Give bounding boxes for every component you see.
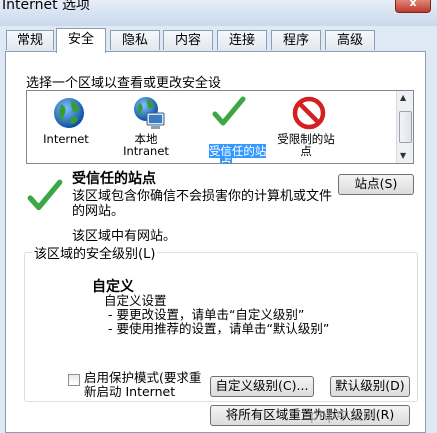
selected-zone-description: 该区域包含你确信不会损害你的计算机或文件的网站。: [72, 189, 333, 219]
zone-label-restricted-sites: 受限制的站 点: [277, 132, 335, 158]
tab-programs[interactable]: 程序: [271, 30, 321, 50]
custom-level-button[interactable]: 自定义级别(C)...: [210, 376, 314, 397]
zone-trusted-sites[interactable]: 受信任的站 点: [187, 91, 267, 163]
tab-general[interactable]: 常规: [6, 30, 54, 50]
zone-label-trusted-sites-text: 受信任的站 点: [208, 144, 267, 163]
title-bar: Internet 选项 x: [0, 0, 437, 26]
protected-mode-label: 启用保护模式(要求重新启动 Internet: [84, 370, 202, 399]
local-intranet-icon: [134, 97, 165, 129]
sites-button[interactable]: 站点(S): [338, 174, 414, 195]
scroll-up-icon[interactable]: ▲: [400, 93, 406, 102]
zone-label-local-intranet: 本地 Intranet: [123, 132, 169, 158]
zone-label-internet: Internet: [43, 132, 89, 146]
scroll-down-icon[interactable]: ▼: [400, 151, 406, 160]
zone-local-intranet[interactable]: 本地 Intranet: [107, 91, 185, 163]
watermark: php中文网: [310, 409, 377, 424]
tab-security[interactable]: 安全: [56, 28, 106, 53]
globe-icon: [54, 98, 84, 128]
tab-connections[interactable]: 连接: [217, 30, 267, 50]
protected-mode-checkbox[interactable]: [68, 374, 80, 386]
tab-advanced[interactable]: 高级: [325, 30, 375, 50]
security-level-group-label: 该区域的安全级别(L): [32, 243, 158, 262]
selected-zone-title: 受信任的站点: [72, 171, 156, 187]
zone-list: Internet 本地 Intranet 受信任的站 点 受限制的站 点 ▲ ▼: [26, 90, 414, 164]
zone-label-trusted-sites: 受信任的站 点: [187, 133, 267, 163]
security-level-description: 自定义设置 - 要更改设置，请单击“自定义级别” - 要使用推荐的设置，请单击“…: [104, 293, 330, 336]
zone-internet[interactable]: Internet: [27, 91, 105, 163]
tab-privacy[interactable]: 隐私: [110, 30, 160, 50]
scroll-thumb[interactable]: [399, 111, 412, 143]
close-button[interactable]: x: [395, 0, 431, 13]
zone-restricted-sites[interactable]: 受限制的站 点: [267, 91, 345, 163]
zone-prompt: 选择一个区域以查看或更改安全设: [26, 76, 222, 91]
zone-list-scrollbar[interactable]: ▲ ▼: [396, 91, 413, 163]
window-title: Internet 选项: [2, 0, 91, 13]
checkmark-icon: [212, 96, 246, 126]
selected-zone-status: 该区域中有网站。: [72, 229, 177, 244]
tab-content[interactable]: 内容: [163, 30, 213, 50]
default-level-button[interactable]: 默认级别(D): [330, 376, 410, 397]
restricted-icon: [292, 96, 326, 130]
trusted-zone-checkmark-icon: [27, 179, 63, 211]
